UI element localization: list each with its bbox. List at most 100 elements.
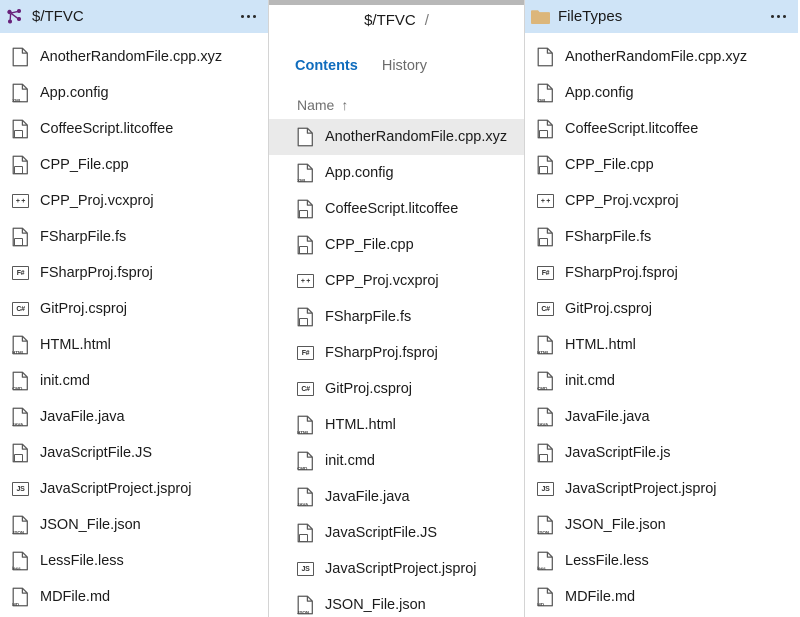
file-type-glyph	[299, 318, 308, 326]
file-name-label: JSON_File.json	[325, 597, 426, 613]
file-row[interactable]: JS JavaScriptFile.JS	[269, 515, 524, 551]
proj-cpp-icon: + +	[12, 194, 29, 208]
file-row[interactable]: XML App.config	[525, 75, 798, 111]
file-row[interactable]: C# GitProj.csproj	[269, 371, 524, 407]
file-blank-icon	[537, 47, 554, 67]
file-coffee-icon	[537, 119, 554, 139]
file-row[interactable]: CMD init.cmd	[0, 363, 268, 399]
file-row[interactable]: JS JavaScriptFile.js	[525, 435, 798, 471]
file-row[interactable]: CoffeeScript.litcoffee	[525, 111, 798, 147]
file-row[interactable]: + + CPP_Proj.vcxproj	[525, 183, 798, 219]
file-row[interactable]: HTML HTML.html	[269, 407, 524, 443]
file-row[interactable]: less LessFile.less	[0, 543, 268, 579]
file-row[interactable]: MD MDFile.md	[525, 579, 798, 615]
file-type-badge: JSON	[12, 530, 25, 535]
file-java-icon: JAVA	[537, 407, 554, 427]
file-row[interactable]: JSON JSON_File.json	[0, 507, 268, 543]
proj-csharp-icon: C#	[12, 302, 29, 316]
right-panel-header[interactable]: FileTypes	[525, 0, 798, 33]
file-row[interactable]: AnotherRandomFile.cpp.xyz	[0, 39, 268, 75]
file-type-glyph	[14, 238, 23, 246]
file-row[interactable]: C# GitProj.csproj	[0, 291, 268, 327]
file-type-badge: XML	[537, 98, 547, 103]
file-type-badge: JAVA	[537, 422, 549, 427]
file-name-label: CoffeeScript.litcoffee	[40, 121, 174, 137]
file-cmd-icon: CMD	[297, 451, 314, 471]
file-row[interactable]: MD MDFile.md	[0, 579, 268, 615]
column-header-label: Name	[297, 97, 335, 113]
file-row[interactable]: JS JavaScriptProject.jsproj	[269, 551, 524, 587]
sort-ascending-icon: ↑	[341, 97, 349, 113]
file-md-icon: MD	[537, 587, 554, 607]
right-panel-more-button[interactable]	[769, 11, 788, 22]
file-row[interactable]: XML App.config	[269, 155, 524, 191]
file-name-label: AnotherRandomFile.cpp.xyz	[325, 129, 508, 145]
file-row[interactable]: CoffeeScript.litcoffee	[269, 191, 524, 227]
tab-bar: Contents History	[269, 35, 524, 79]
file-type-badge: JAVA	[12, 422, 24, 427]
file-row-selected[interactable]: AnotherRandomFile.cpp.xyz	[269, 119, 524, 155]
file-row[interactable]: CPP_File.cpp	[525, 147, 798, 183]
file-row[interactable]: F# FSharpProj.fsproj	[0, 255, 268, 291]
file-row[interactable]: F# FSharpFile.fs	[269, 299, 524, 335]
file-row[interactable]: F# FSharpProj.fsproj	[525, 255, 798, 291]
file-name-label: CoffeeScript.litcoffee	[565, 121, 699, 137]
file-row[interactable]: JAVA JavaFile.java	[269, 479, 524, 515]
proj-csharp-icon: C#	[537, 302, 554, 316]
file-row[interactable]: JAVA JavaFile.java	[525, 399, 798, 435]
file-row[interactable]: CMD init.cmd	[525, 363, 798, 399]
file-name-label: CPP_File.cpp	[565, 157, 654, 173]
file-row[interactable]: JS JavaScriptFile.JS	[0, 435, 268, 471]
file-coffee-icon	[12, 119, 29, 139]
file-row[interactable]: CPP_File.cpp	[269, 227, 524, 263]
file-row[interactable]: JS JavaScriptProject.jsproj	[0, 471, 268, 507]
file-less-icon: less	[537, 551, 554, 571]
file-type-badge: HTML	[297, 430, 310, 435]
right-panel-title: FileTypes	[558, 8, 623, 25]
tab-history[interactable]: History	[382, 58, 427, 74]
file-row[interactable]: JSON JSON_File.json	[525, 507, 798, 543]
file-cpp-icon	[537, 155, 554, 175]
file-row[interactable]: less LessFile.less	[525, 543, 798, 579]
file-type-badge: JSON	[297, 610, 310, 615]
file-xml-icon: XML	[537, 83, 554, 103]
column-header-name[interactable]: Name ↑	[269, 79, 524, 115]
file-type-glyph	[14, 130, 23, 138]
breadcrumb: $/TFVC /	[269, 5, 524, 35]
file-row[interactable]: CoffeeScript.litcoffee	[0, 111, 268, 147]
right-file-list: AnotherRandomFile.cpp.xyz XML App.config Co…	[525, 33, 798, 615]
file-name-label: LessFile.less	[40, 553, 124, 569]
file-row[interactable]: JAVA JavaFile.java	[0, 399, 268, 435]
file-name-label: JavaScriptProject.jsproj	[40, 481, 192, 497]
file-name-label: GitProj.csproj	[40, 301, 128, 317]
file-row[interactable]: JSON JSON_File.json	[269, 587, 524, 617]
file-json-icon: JSON	[12, 515, 29, 535]
file-cmd-icon: CMD	[537, 371, 554, 391]
left-panel-more-button[interactable]	[239, 11, 258, 22]
middle-content-panel: $/TFVC / Contents History Name ↑ Another…	[268, 0, 525, 617]
file-row[interactable]: + + CPP_Proj.vcxproj	[0, 183, 268, 219]
file-row[interactable]: AnotherRandomFile.cpp.xyz	[525, 39, 798, 75]
file-row[interactable]: + + CPP_Proj.vcxproj	[269, 263, 524, 299]
file-row[interactable]: C# GitProj.csproj	[525, 291, 798, 327]
file-name-label: init.cmd	[40, 373, 90, 389]
file-row[interactable]: XML App.config	[0, 75, 268, 111]
file-type-glyph	[299, 210, 308, 218]
file-js-icon: JS	[12, 443, 29, 463]
file-row[interactable]: F# FSharpProj.fsproj	[269, 335, 524, 371]
left-panel-header[interactable]: $/TFVC	[0, 0, 268, 33]
proj-js-icon: JS	[12, 482, 29, 496]
file-row[interactable]: CPP_File.cpp	[0, 147, 268, 183]
tab-contents[interactable]: Contents	[295, 58, 358, 74]
file-row[interactable]: HTML HTML.html	[0, 327, 268, 363]
file-type-badge: CMD	[12, 386, 23, 391]
file-row[interactable]: CMD init.cmd	[269, 443, 524, 479]
file-js-icon: JS	[297, 523, 314, 543]
file-row[interactable]: F# FSharpFile.fs	[0, 219, 268, 255]
file-row[interactable]: HTML HTML.html	[525, 327, 798, 363]
file-type-badge: CMD	[297, 466, 308, 471]
file-row[interactable]: JS JavaScriptProject.jsproj	[525, 471, 798, 507]
file-row[interactable]: F# FSharpFile.fs	[525, 219, 798, 255]
proj-cpp-icon: + +	[537, 194, 554, 208]
breadcrumb-root[interactable]: $/TFVC	[364, 12, 416, 29]
